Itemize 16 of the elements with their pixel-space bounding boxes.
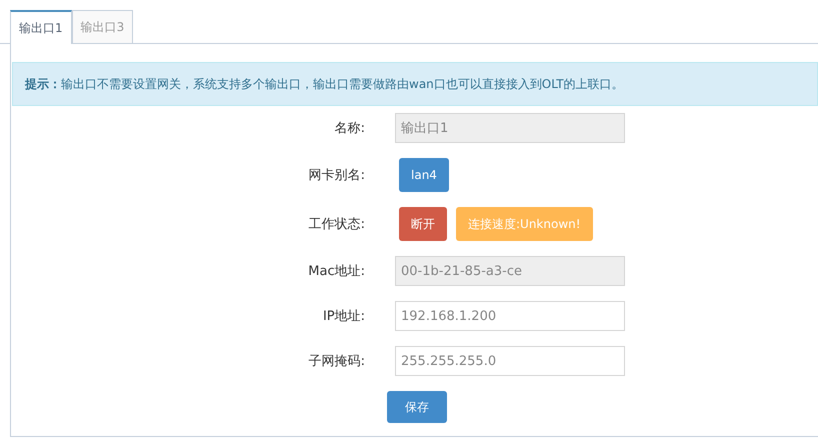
input-field[interactable]: 192.168.1.200 [395, 301, 625, 331]
tab[interactable]: 输出口1 [10, 10, 72, 44]
status-button[interactable]: 断开 [399, 207, 447, 241]
field-label: Mac地址: [307, 263, 365, 280]
hint-message: 提示：输出口不需要设置网关，系统支持多个输出口，输出口需要做路由wan口也可以直接接入到OLT的上联口。 [12, 62, 818, 106]
status-button[interactable]: lan4 [399, 158, 449, 192]
save-button[interactable]: 保存 [387, 391, 447, 423]
readonly-field[interactable]: 输出口1 [395, 113, 625, 143]
field-label: 工作状态: [308, 216, 365, 233]
field-label: 名称: [334, 120, 365, 137]
input-field[interactable]: 255.255.255.0 [395, 346, 625, 376]
field-label: IP地址: [322, 308, 365, 325]
tab[interactable]: 输出口3 [72, 10, 134, 43]
field-label: 子网掩码: [308, 353, 365, 370]
readonly-field[interactable]: 00-1b-21-85-a3-ce [395, 256, 625, 286]
field-label: 网卡别名: [308, 167, 365, 184]
